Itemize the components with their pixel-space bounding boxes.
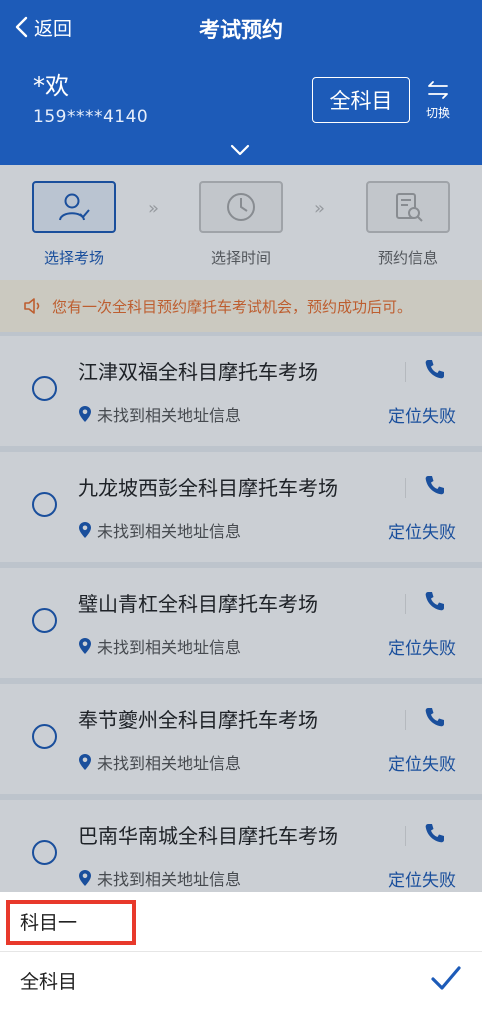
checkmark-icon	[431, 966, 461, 990]
switch-button[interactable]: 切换	[418, 78, 458, 124]
user-phone: 159****4140	[33, 107, 149, 127]
chevron-down-icon[interactable]	[229, 143, 251, 157]
subject-select-button[interactable]: 全科目	[312, 77, 410, 123]
nav-bar: 返回 考试预约	[0, 0, 482, 56]
switch-arrows-icon	[428, 81, 448, 99]
subject-picker-sheet: 科目一 全科目	[0, 892, 482, 1009]
user-name: *欢	[33, 72, 69, 100]
modal-overlay[interactable]	[0, 165, 482, 892]
switch-label: 切换	[425, 106, 450, 120]
highlight-box	[6, 900, 136, 945]
page-title: 考试预约	[199, 18, 283, 42]
subject-option-all[interactable]: 全科目	[0, 951, 482, 1009]
option-label: 全科目	[20, 971, 78, 993]
app-header: 返回 考试预约 *欢 159****4140 全科目 切换	[0, 0, 482, 165]
